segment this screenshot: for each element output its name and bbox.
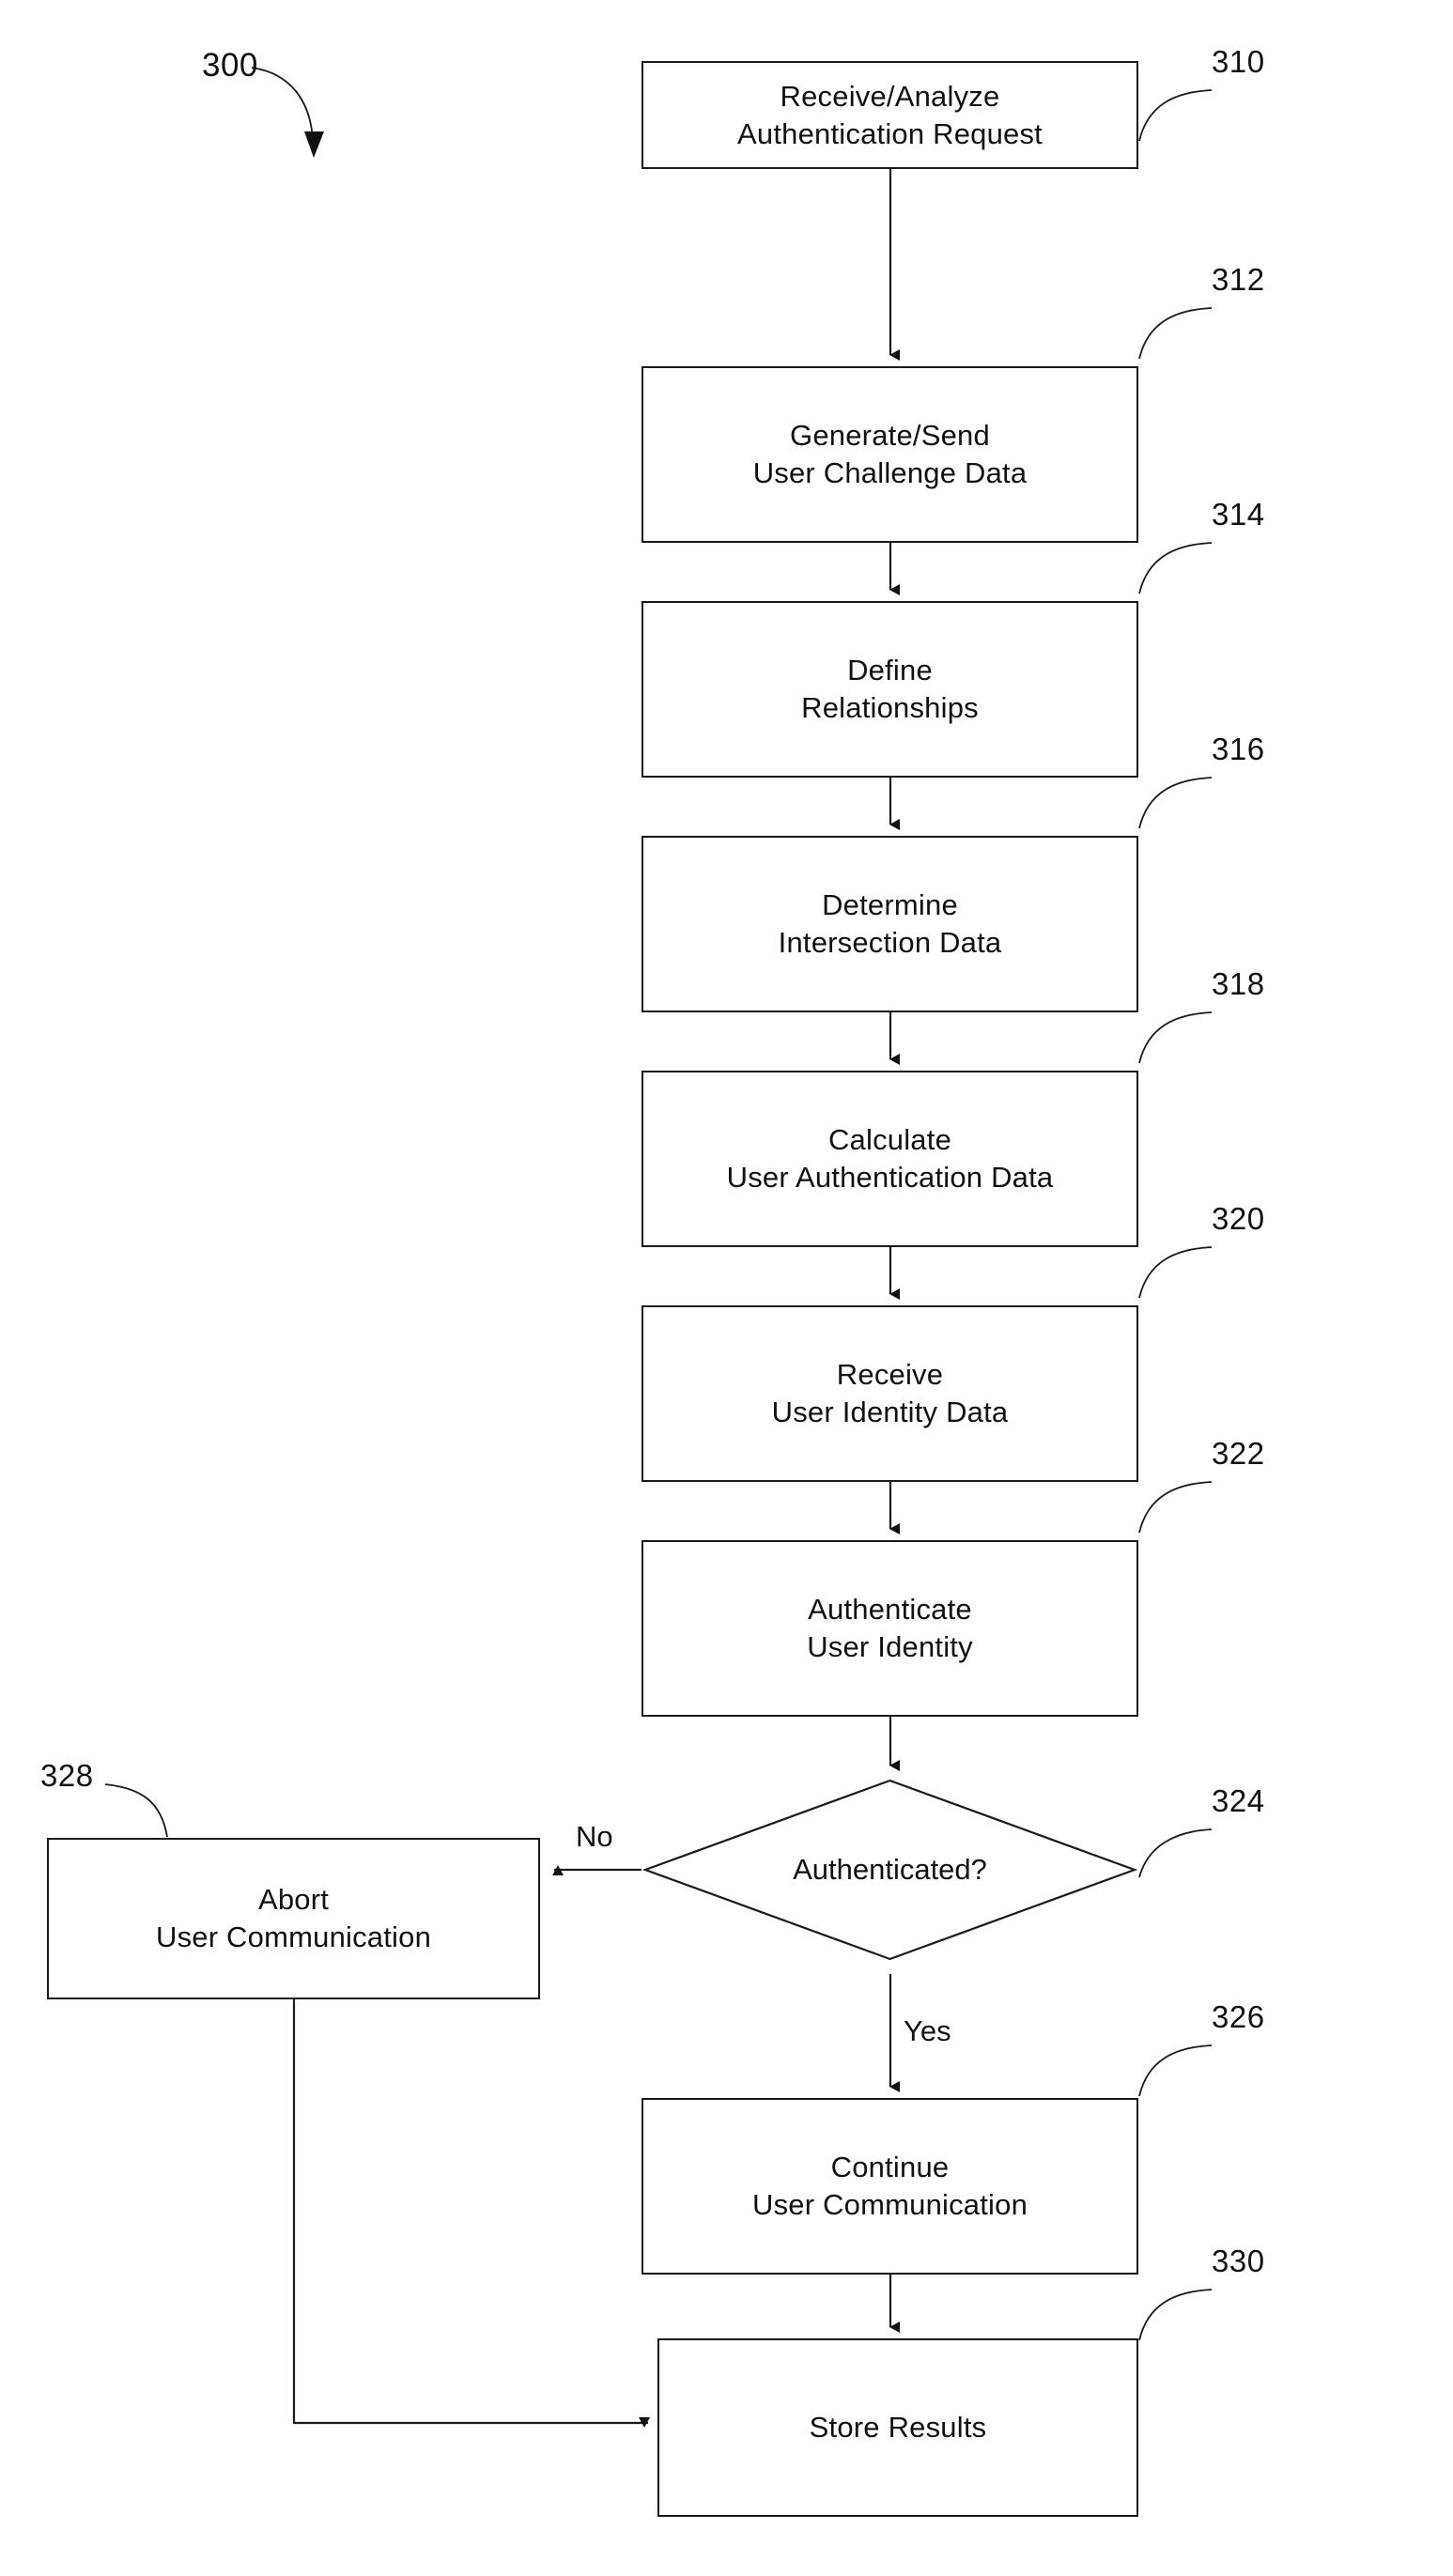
node-generate-send-user-challenge-data: Generate/Send User Challenge Data xyxy=(641,366,1138,543)
node-authenticate-user-identity: Authenticate User Identity xyxy=(641,1540,1138,1717)
ref-number-318: 318 xyxy=(1212,966,1265,1001)
node-label: Abort User Communication xyxy=(155,1883,432,1953)
node-label: Receive/Analyze Authentication Request xyxy=(737,79,1043,150)
leader-300 xyxy=(251,67,314,140)
node-label: Continue User Communication xyxy=(751,2151,1028,2221)
edge-label-no: No xyxy=(576,1820,613,1853)
node-label: Determine Intersection Data xyxy=(778,888,1002,959)
node-label: Generate/Send User Challenge Data xyxy=(752,419,1028,489)
node-determine-intersection-data: Determine Intersection Data xyxy=(641,836,1138,1012)
leader-322 xyxy=(1138,1481,1213,1534)
ref-number-316: 316 xyxy=(1212,732,1265,766)
node-abort-user-communication: Abort User Communication xyxy=(47,1838,540,1999)
edge-328-330 xyxy=(292,1999,650,2428)
leader-314 xyxy=(1138,542,1213,594)
ref-number-326: 326 xyxy=(1212,1999,1265,2034)
leader-316 xyxy=(1138,777,1213,829)
leader-300-arrowhead xyxy=(304,131,324,158)
leader-310 xyxy=(1138,89,1213,142)
node-label: Calculate User Authentication Data xyxy=(726,1123,1054,1194)
node-authenticated-decision: Authenticated? xyxy=(641,1777,1138,1963)
leader-330 xyxy=(1138,2289,1213,2341)
node-label: Define Relationships xyxy=(801,654,979,724)
node-continue-user-communication: Continue User Communication xyxy=(641,2098,1138,2275)
edge-label-yes: Yes xyxy=(904,2014,951,2047)
ref-number-322: 322 xyxy=(1212,1436,1265,1471)
ref-number-320: 320 xyxy=(1212,1201,1265,1236)
ref-number-312: 312 xyxy=(1212,262,1265,297)
node-label: Receive User Identity Data xyxy=(771,1358,1009,1428)
leader-320 xyxy=(1138,1246,1213,1299)
ref-number-330: 330 xyxy=(1212,2244,1265,2278)
leader-318 xyxy=(1138,1011,1213,1064)
flowchart-canvas: Receive/Analyze Authentication Request 3… xyxy=(0,0,1453,2576)
leader-312 xyxy=(1138,307,1213,360)
node-receive-user-identity-data: Receive User Identity Data xyxy=(641,1305,1138,1482)
node-label: Store Results xyxy=(809,2411,987,2445)
node-calculate-user-authentication-data: Calculate User Authentication Data xyxy=(641,1071,1138,1247)
node-define-relationships: Define Relationships xyxy=(641,601,1138,778)
ref-number-328: 328 xyxy=(40,1758,94,1793)
ref-number-324: 324 xyxy=(1212,1783,1265,1818)
leader-326 xyxy=(1138,2044,1213,2097)
ref-number-310: 310 xyxy=(1212,44,1265,79)
leader-324 xyxy=(1138,1828,1213,1878)
leader-328 xyxy=(104,1783,168,1838)
node-label: Authenticated? xyxy=(793,1853,987,1886)
node-receive-analyze-authentication-request: Receive/Analyze Authentication Request xyxy=(641,61,1138,169)
figure-number: 300 xyxy=(202,47,258,84)
ref-number-314: 314 xyxy=(1212,497,1265,532)
node-store-results: Store Results xyxy=(657,2338,1138,2517)
node-label: Authenticate User Identity xyxy=(807,1593,973,1663)
